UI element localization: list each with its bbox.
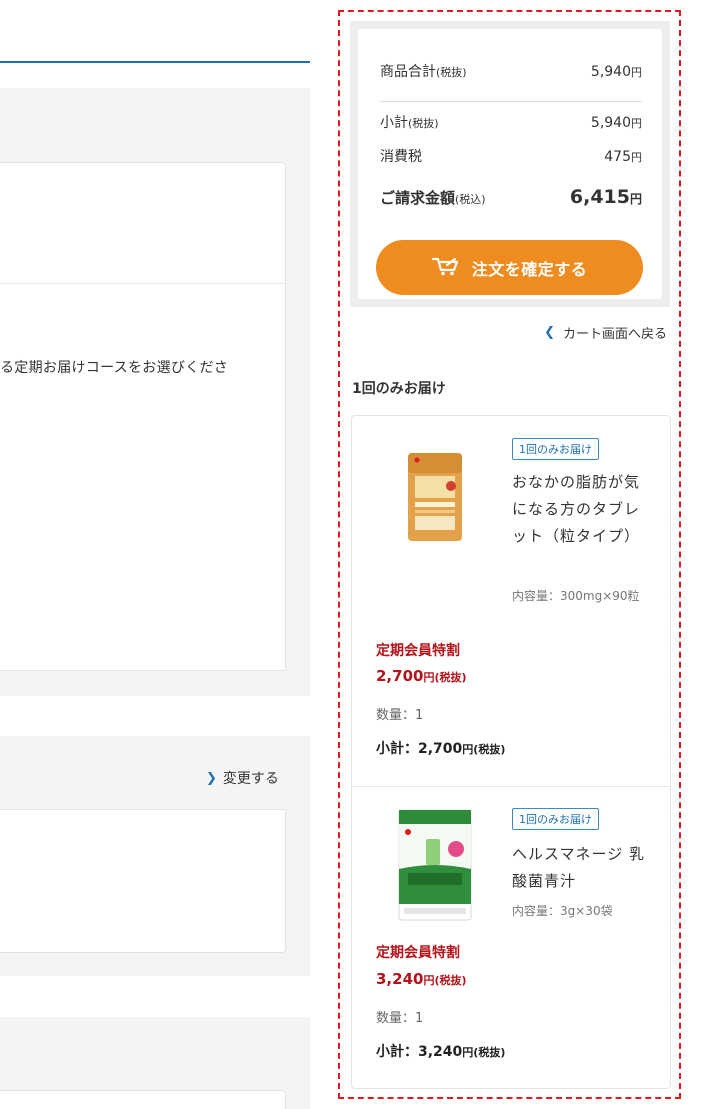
checkout-main-column: る定期お届けコースをお選びくださ ❯ 変更する <box>0 0 310 1109</box>
item-quantity: 数量：1 <box>376 708 424 723</box>
item-quantity: 数量：1 <box>376 1011 424 1026</box>
product-image-aojiru <box>398 809 472 925</box>
goods-total-row: 商品合計(税抜) 5,940円 <box>380 61 642 81</box>
chevron-left-icon: ❮ <box>544 325 555 340</box>
billing-value: 6,415円 <box>569 186 642 208</box>
one-time-delivery-heading: 1回のみお届け <box>352 381 446 397</box>
confirm-order-label: 注文を確定する <box>471 259 588 279</box>
member-price: 3,240円(税抜) <box>376 970 467 988</box>
course-instruction-text: る定期お届けコースをお選びくださ <box>0 360 229 376</box>
product-name: おなかの脂肪が気になる方のタブレット（粒タイプ） <box>512 473 641 545</box>
course-card <box>0 162 286 671</box>
section-rule <box>0 61 310 63</box>
tax-row: 消費税 475円 <box>380 146 642 166</box>
member-price: 2,700円(税抜) <box>376 667 467 685</box>
subtotal-value: 5,940円 <box>590 115 642 131</box>
order-summary-sidebar: 商品合計(税抜) 5,940円 小計(税抜) 5,940円 消費税 475円 ご… <box>338 10 681 1099</box>
subtotal-label: 小計(税抜) <box>380 115 439 131</box>
billing-row: ご請求金額(税込) 6,415円 <box>380 186 642 208</box>
tax-label: 消費税 <box>380 149 422 165</box>
item-divider <box>352 786 670 787</box>
product-name: ヘルスマネージ 乳酸菌青汁 <box>512 845 646 890</box>
back-to-cart-link[interactable]: ❮ カート画面へ戻る <box>544 323 667 342</box>
back-to-cart-label: カート画面へ戻る <box>562 327 667 342</box>
chevron-right-icon: ❯ <box>206 770 217 786</box>
member-discount-label: 定期会員特割 <box>376 945 460 961</box>
subtotal-row: 小計(税抜) 5,940円 <box>380 112 642 132</box>
tax-value: 475円 <box>604 149 642 165</box>
product-capacity: 内容量：3g×30袋 <box>512 904 613 918</box>
change-link-label: 変更する <box>222 771 279 787</box>
payment-card <box>0 1090 286 1109</box>
delivery-badge: 1回のみお届け <box>512 808 599 830</box>
billing-label: ご請求金額(税込) <box>380 189 486 207</box>
summary-divider <box>380 101 642 102</box>
item-subtotal: 小計：2,700円(税抜) <box>376 741 506 757</box>
item-subtotal: 小計：3,240円(税抜) <box>376 1044 506 1060</box>
goods-total-value: 5,940円 <box>590 64 642 80</box>
delivery-badge: 1回のみお届け <box>512 438 599 460</box>
confirm-order-button[interactable]: 注文を確定する <box>376 240 643 295</box>
cart-icon <box>431 256 460 280</box>
member-discount-label: 定期会員特割 <box>376 643 460 659</box>
delivery-card <box>0 809 286 953</box>
cart-items-list: 1回のみお届け おなかの脂肪が気になる方のタブレット（粒タイプ） 内容量：300… <box>351 415 671 1089</box>
change-link[interactable]: ❯ 変更する <box>206 768 279 788</box>
summary-card: 商品合計(税抜) 5,940円 小計(税抜) 5,940円 消費税 475円 ご… <box>358 29 662 299</box>
goods-total-label: 商品合計(税抜) <box>380 64 467 80</box>
card-divider <box>0 283 286 284</box>
product-image-tablet <box>407 452 463 546</box>
product-capacity: 内容量：300mg×90粒 <box>512 589 640 603</box>
